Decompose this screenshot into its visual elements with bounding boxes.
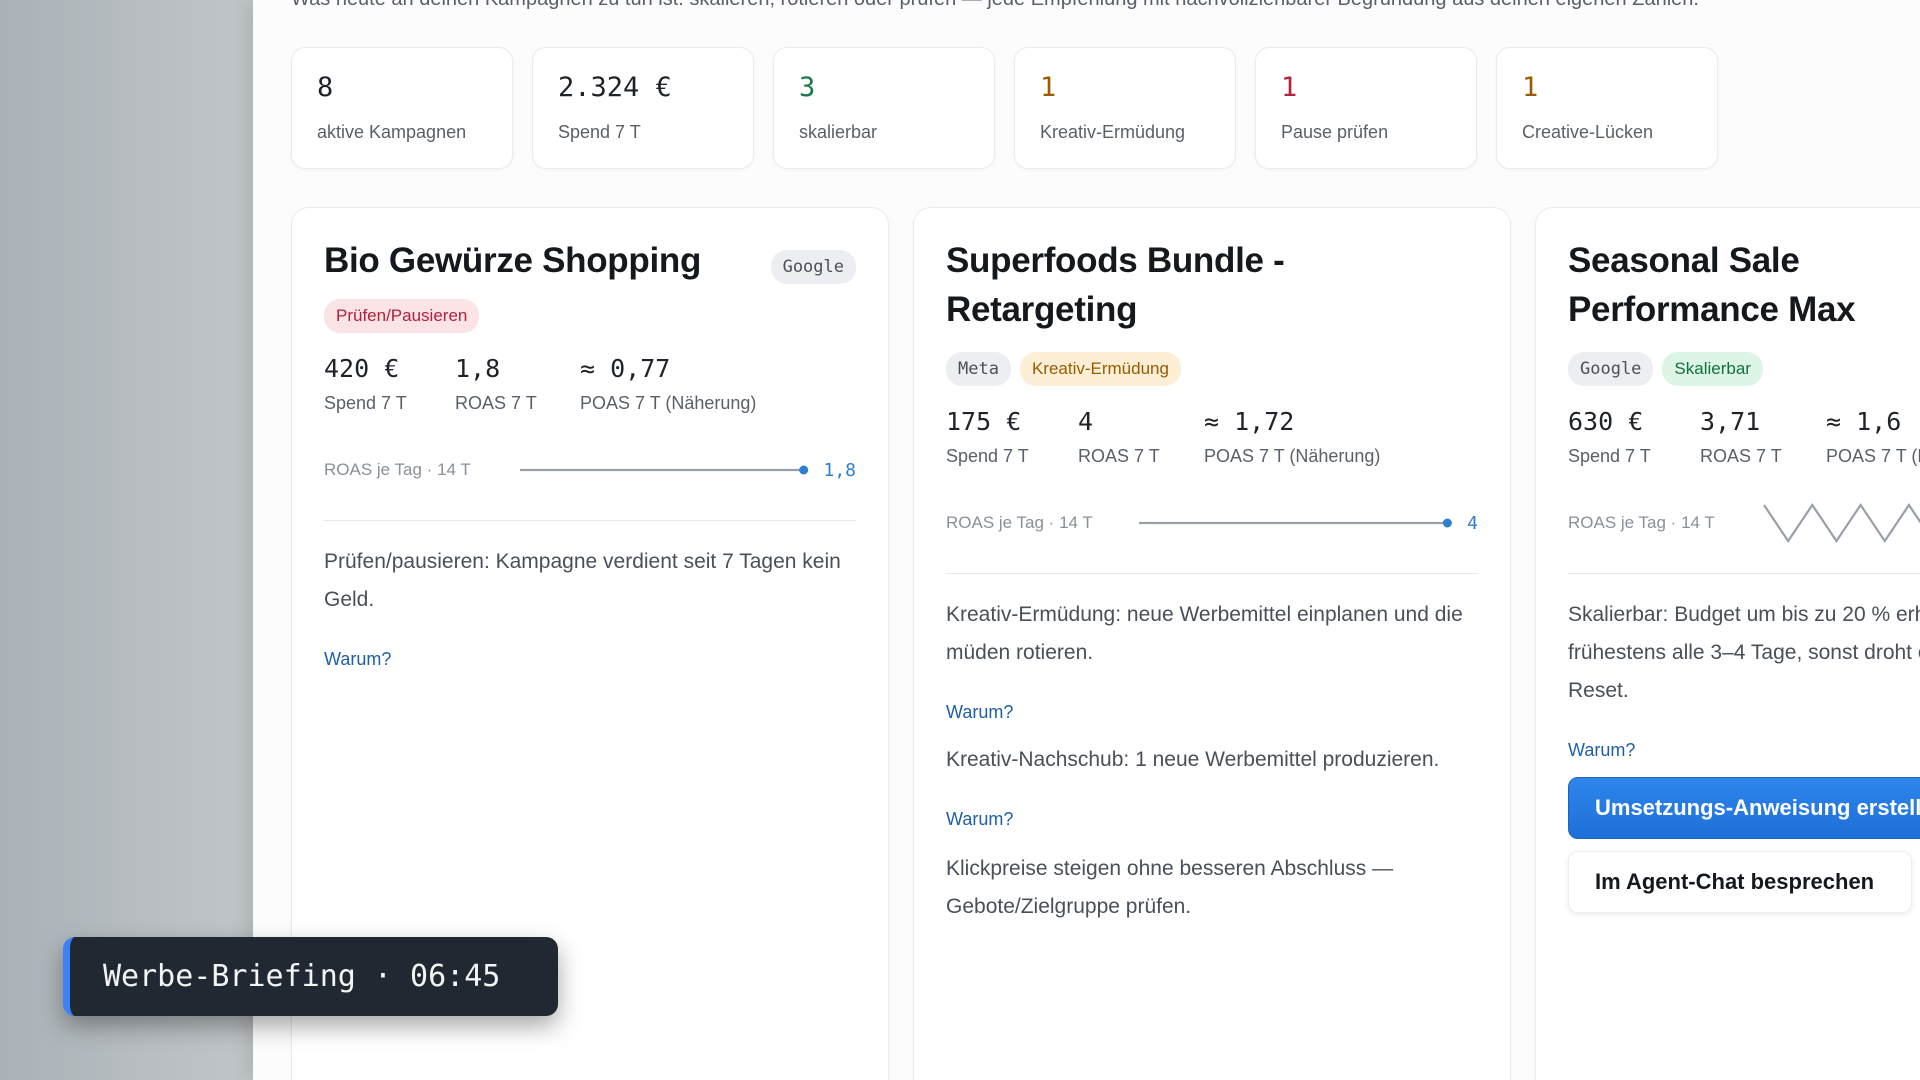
why-link[interactable]: Warum?	[946, 702, 1013, 723]
metric-label: Spend 7 T	[324, 393, 407, 413]
sparkline-label: ROAS je Tag · 14 T	[946, 513, 1093, 532]
metric-spend: 420 € Spend 7 T	[324, 351, 455, 414]
divider	[946, 573, 1478, 574]
campaign-title: Seasonal Sale Performance Max	[1568, 241, 1856, 329]
metric-roas: 1,8 ROAS 7 T	[455, 351, 580, 414]
platform-badge: Google	[770, 250, 856, 284]
sparkline-last-point	[798, 465, 808, 475]
metric-spend: 630 € Spend 7 T	[1568, 404, 1700, 467]
metric-label: ROAS 7 T	[1078, 446, 1160, 466]
why-link[interactable]: Warum?	[946, 809, 1013, 830]
sparkline-label: ROAS je Tag · 14 T	[1568, 513, 1715, 532]
metric-label: Spend 7 T	[946, 446, 1029, 466]
metric-label: Spend 7 T	[1568, 446, 1651, 466]
sparkline-value: 4	[1467, 512, 1478, 534]
metric-label: POAS 7 T (Näherung)	[1204, 446, 1381, 466]
stat-label: skalierbar	[799, 122, 878, 142]
metric-value: 420 €	[324, 354, 400, 383]
metric-poas: ≈ 1,72 POAS 7 T (Näherung)	[1204, 404, 1380, 467]
stat-card-pause-review: 1 Pause prüfen	[1255, 47, 1477, 169]
stat-value: 1	[1522, 72, 1539, 103]
recommendation-text: Prüfen/pausieren: Kampagne verdient seit…	[324, 550, 841, 611]
platform-badge: Meta	[946, 352, 1011, 386]
stat-value: 8	[317, 72, 334, 103]
metric-value: ≈ 0,77	[580, 354, 671, 383]
metric-value: 630 €	[1568, 407, 1644, 436]
recommendation-text: Kreativ-Ermüdung: neue Werbemittel einpl…	[946, 603, 1463, 664]
campaign-title: Superfoods Bundle - Retargeting	[946, 241, 1285, 329]
main-content: Was heute an deinen Kampagnen zu tun ist…	[253, 0, 1920, 1080]
why-link[interactable]: Warum?	[1568, 740, 1635, 761]
recommendation-text: Klickpreise steigen ohne besseren Abschl…	[946, 857, 1394, 918]
create-instruction-button[interactable]: Umsetzungs-Anweisung erstellen	[1568, 777, 1920, 839]
sparkline-line	[1763, 503, 1920, 543]
metric-value: 175 €	[946, 407, 1022, 436]
divider	[1568, 573, 1920, 574]
metric-spend: 175 € Spend 7 T	[946, 404, 1078, 467]
metric-value: 3,71	[1700, 407, 1761, 436]
metric-label: ROAS 7 T	[455, 393, 537, 413]
campaign-card: Superfoods Bundle - Retargeting Meta Kre…	[913, 207, 1511, 1080]
briefing-toast: Werbe-Briefing · 06:45	[63, 937, 558, 1016]
metric-roas: 3,71 ROAS 7 T	[1700, 404, 1826, 467]
roas-sparkline	[1138, 518, 1452, 528]
metric-label: POAS 7 T (Näherung)	[1826, 446, 1920, 466]
metric-label: POAS 7 T (Näherung)	[580, 393, 757, 413]
agent-chat-button[interactable]: Im Agent-Chat besprechen	[1568, 851, 1912, 913]
stat-label: Pause prüfen	[1281, 122, 1389, 142]
stat-card-active-campaigns: 8 aktive Kampagnen	[291, 47, 513, 169]
stat-card-creative-fatigue: 1 Kreativ-Ermüdung	[1014, 47, 1236, 169]
stat-label: aktive Kampagnen	[317, 122, 467, 142]
recommendation-text: Kreativ-Nachschub: 1 neue Werbemittel pr…	[946, 748, 1440, 771]
metric-label: ROAS 7 T	[1700, 446, 1782, 466]
roas-sparkline	[1763, 503, 1920, 543]
stat-card-spend: 2.324 € Spend 7 T	[532, 47, 754, 169]
metric-value: ≈ 1,72	[1204, 407, 1295, 436]
sparkline-label: ROAS je Tag · 14 T	[324, 460, 471, 479]
sparkline-last-point	[1442, 518, 1452, 528]
stat-card-creative-gaps: 1 Creative-Lücken	[1496, 47, 1718, 169]
campaign-title: Bio Gewürze Shopping	[324, 241, 702, 280]
campaign-card: Seasonal Sale Performance Max Google Ska…	[1535, 207, 1920, 1080]
page-subtitle: Was heute an deinen Kampagnen zu tun ist…	[291, 0, 1920, 11]
recommendation-text: Skalierbar: Budget um bis zu 20 % erhöhe…	[1568, 603, 1920, 702]
metric-value: 1,8	[455, 354, 501, 383]
stat-card-scalable: 3 skalierbar	[773, 47, 995, 169]
background-pane	[0, 0, 253, 1080]
stat-label: Creative-Lücken	[1522, 122, 1654, 142]
stat-label: Kreativ-Ermüdung	[1040, 122, 1186, 142]
metric-value: 4	[1078, 407, 1094, 436]
stat-value: 1	[1281, 72, 1298, 103]
status-badge: Skalierbar	[1662, 352, 1763, 386]
sparkline-value: 1,8	[823, 459, 856, 481]
status-badge: Prüfen/Pausieren	[324, 299, 480, 333]
metric-poas: ≈ 1,6 POAS 7 T (Näherung)	[1826, 404, 1920, 467]
metric-roas: 4 ROAS 7 T	[1078, 404, 1204, 467]
platform-badge: Google	[1568, 352, 1654, 386]
metric-value: ≈ 1,6	[1826, 407, 1902, 436]
why-link[interactable]: Warum?	[324, 649, 391, 670]
roas-sparkline	[519, 465, 808, 475]
divider	[324, 520, 856, 521]
stat-value: 1	[1040, 72, 1057, 103]
stat-value: 2.324 €	[558, 72, 672, 103]
metric-poas: ≈ 0,77 POAS 7 T (Näherung)	[580, 351, 756, 414]
stat-value: 3	[799, 72, 816, 103]
stat-label: Spend 7 T	[558, 122, 641, 142]
status-badge: Kreativ-Ermüdung	[1019, 352, 1181, 386]
stats-row: 8 aktive Kampagnen 2.324 € Spend 7 T 3 s…	[291, 47, 1718, 169]
